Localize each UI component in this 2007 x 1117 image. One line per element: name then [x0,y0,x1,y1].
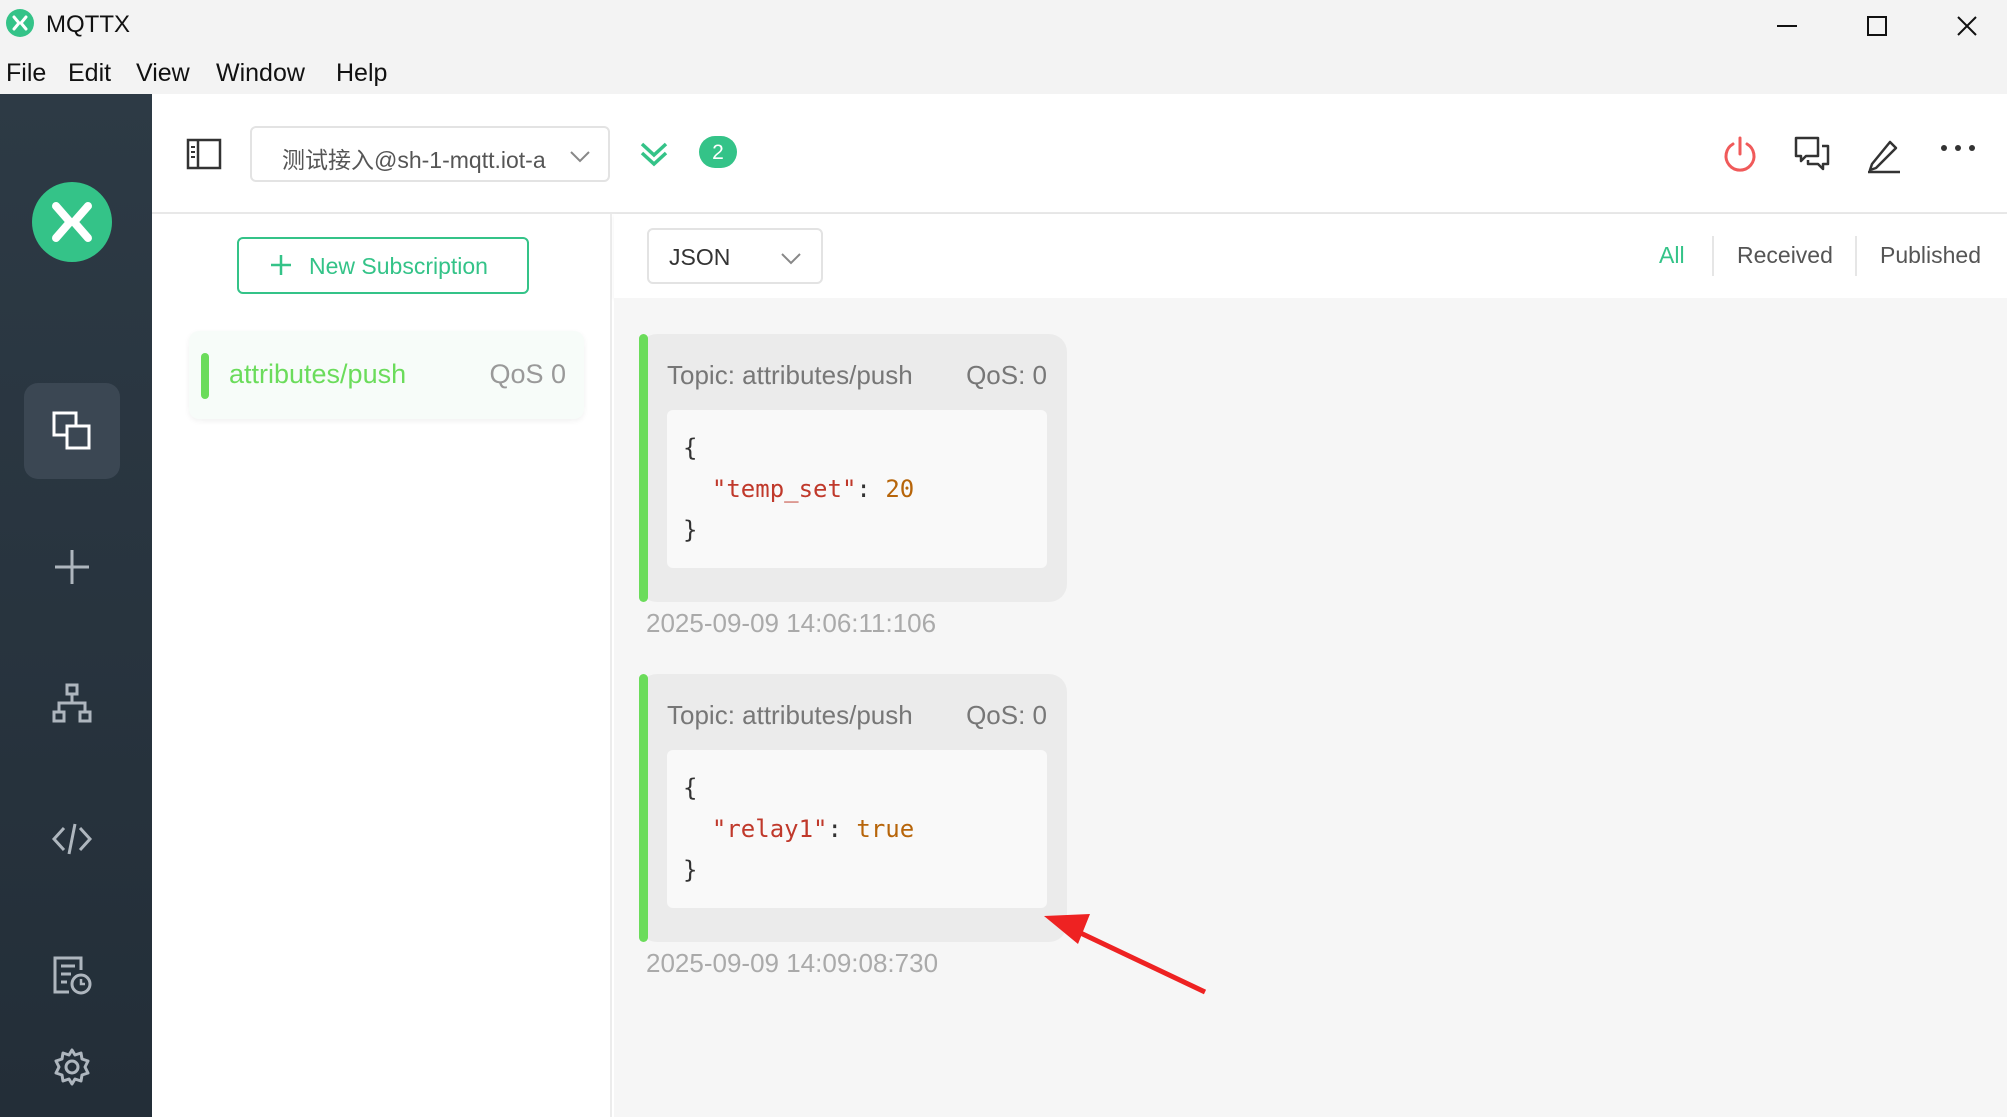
plus-icon [55,550,89,584]
subscription-topic: attributes/push [229,359,407,389]
connection-name: 测试接入@sh-1-mqtt.iot-a [282,147,546,173]
json-value: 20 [885,475,915,503]
json-brace: { [683,774,698,802]
new-subscription-label: New Subscription [309,253,488,279]
window-title: MQTTX [46,11,130,38]
subscription-item[interactable]: attributes/push QoS 0 [189,331,584,419]
message-qos: QoS: 0 [966,700,1047,730]
json-brace: } [683,856,698,884]
nav-scripts[interactable] [24,791,120,887]
menu-help[interactable]: Help [336,59,387,88]
json-brace: { [683,434,698,462]
json-colon: : [856,475,886,503]
json-key: "temp_set" [711,475,857,503]
payload-format-select[interactable]: JSON [647,228,823,284]
filter-published[interactable]: Published [1880,242,1981,269]
disconnect-power-icon[interactable] [1720,134,1760,174]
message-topic: Topic: attributes/push [667,700,913,730]
subscription-color-bar [201,353,209,399]
message-timestamp: 2025-09-09 14:06:11:106 [646,608,937,638]
menu-edit[interactable]: Edit [68,59,111,88]
minimize-icon [1777,25,1797,27]
message-timestamp: 2025-09-09 14:09:08:730 [646,948,939,978]
log-history-icon [53,956,92,995]
network-tree-icon [52,683,92,723]
new-subscription-button[interactable]: New Subscription [237,237,529,294]
gear-icon [54,1048,90,1086]
chat-bubbles-icon[interactable] [1792,134,1832,174]
nav-new-connection[interactable] [24,519,120,615]
message-color-bar [639,674,648,942]
code-icon [51,823,93,855]
filter-received[interactable]: Received [1737,242,1833,269]
message-payload: { "temp_set": 20 } [667,410,1047,568]
nav-topology[interactable] [24,655,120,751]
message-card[interactable]: Topic: attributes/push QoS: 0 { "temp_se… [639,334,1067,602]
mqttx-logo-icon [32,182,112,262]
message-topic: Topic: attributes/push [667,360,913,390]
menu-file[interactable]: File [6,59,46,88]
title-bar: MQTTX [0,0,2007,52]
minimize-button[interactable] [1742,0,1832,52]
mqttx-logo-icon [6,9,34,37]
filter-divider [1712,236,1714,276]
menu-view[interactable]: View [136,59,190,88]
nav-settings[interactable] [24,1019,120,1115]
plus-icon [271,255,291,275]
message-list: Topic: attributes/push QoS: 0 { "temp_se… [614,298,2007,1117]
unread-count-badge: 2 [699,136,737,168]
more-options-icon[interactable] [1938,138,1978,158]
message-qos: QoS: 0 [966,360,1047,390]
json-colon: : [827,815,857,843]
close-icon [1957,16,1977,36]
json-value: true [856,815,915,843]
left-nav [0,94,152,1117]
sidebar-toggle-icon[interactable] [186,138,222,170]
filter-divider [1855,236,1857,276]
message-card[interactable]: Topic: attributes/push QoS: 0 { "relay1"… [639,674,1067,942]
filter-all[interactable]: All [1659,242,1685,269]
maximize-button[interactable] [1832,0,1922,52]
maximize-icon [1867,16,1887,36]
message-header: JSON All Received Published [614,214,2007,298]
subscription-qos: QoS 0 [489,359,566,389]
message-color-bar [639,334,648,602]
chevron-down-icon [781,253,801,265]
edit-pencil-icon[interactable] [1864,134,1904,174]
close-button[interactable] [1922,0,2007,52]
json-brace: } [683,516,698,544]
chevron-down-icon [570,151,590,163]
message-payload: { "relay1": true } [667,750,1047,908]
json-key: "relay1" [711,815,828,843]
menu-bar: File Edit View Window Help [0,52,2007,94]
payload-format-value: JSON [669,244,731,270]
subscription-panel: New Subscription attributes/push QoS 0 [152,214,612,1117]
menu-window[interactable]: Window [216,59,305,88]
nav-connections[interactable] [24,383,120,479]
connection-select[interactable]: 测试接入@sh-1-mqtt.iot-a [250,126,610,182]
connections-icon [52,411,91,450]
nav-log[interactable] [24,927,120,1023]
double-chevron-down-icon[interactable] [638,138,670,170]
annotation-arrow-icon [1044,914,1207,995]
connection-toolbar: 测试接入@sh-1-mqtt.iot-a 2 [152,94,2007,214]
